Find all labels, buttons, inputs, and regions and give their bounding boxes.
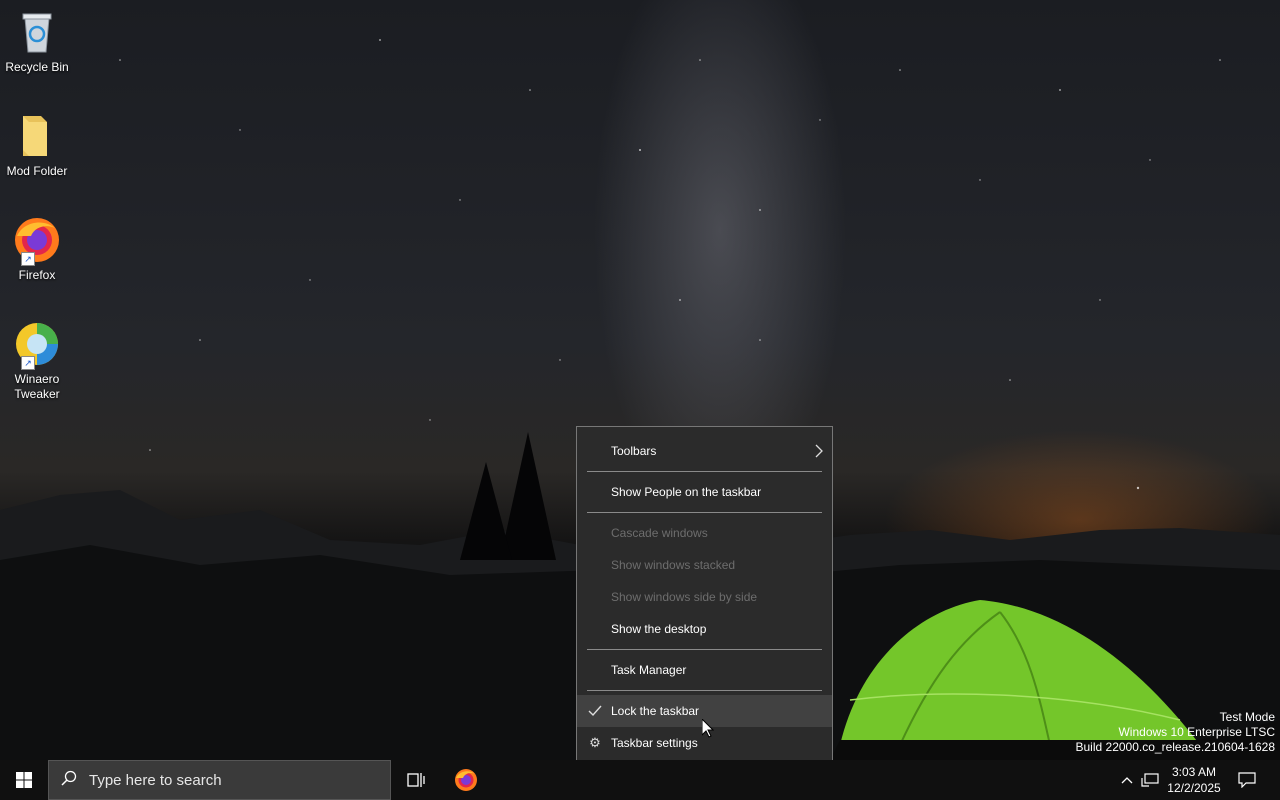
menu-item-label: Cascade windows [611,526,708,540]
desktop-icon-label: Winaero Tweaker [14,372,60,401]
task-view-icon [407,773,425,787]
desktop-icon-recycle-bin[interactable]: Recycle Bin [2,8,72,75]
winaero-tweaker-icon: ↗ [13,320,61,370]
search-icon [61,770,77,791]
shortcut-arrow-icon: ↗ [21,252,35,266]
menu-item-show-windows-stacked[interactable]: Show windows stacked [577,549,832,581]
menu-item-label: Show the desktop [611,622,707,636]
notification-icon [1238,772,1256,788]
clock-time: 3:03 AM [1171,765,1217,779]
start-button[interactable] [0,760,48,800]
desktop-icon-mod-folder[interactable]: Mod Folder [2,112,72,179]
action-center-button[interactable] [1232,760,1262,800]
shortcut-arrow-icon: ↗ [21,356,35,370]
menu-item-label: Lock the taskbar [611,704,700,718]
network-button[interactable] [1138,760,1162,800]
desktop-icon-firefox[interactable]: ↗ Firefox [2,216,72,283]
menu-item-label: Show windows stacked [611,558,736,572]
taskbar: 3:03 AM 12/2/2025 [0,760,1280,800]
test-mode-watermark: Test Mode Windows 10 Enterprise LTSC Bui… [1076,710,1276,755]
menu-item-toolbars[interactable]: Toolbars [577,435,832,467]
chevron-up-icon [1121,777,1133,784]
menu-item-label: Show People on the taskbar [611,485,762,499]
menu-item-show-desktop[interactable]: Show the desktop [577,613,832,645]
menu-item-show-people[interactable]: Show People on the taskbar [577,476,832,508]
clock-date: 12/2/2025 [1167,781,1221,795]
watermark-line: Build 22000.co_release.210604-1628 [1075,740,1276,754]
desktop-icon-winaero-tweaker[interactable]: ↗ Winaero Tweaker [2,320,72,402]
taskbar-clock[interactable]: 3:03 AM 12/2/2025 [1160,760,1228,800]
menu-separator [587,512,822,513]
menu-item-label: Taskbar settings [611,736,698,750]
mouse-cursor-icon [701,717,715,743]
menu-item-show-windows-side-by-side[interactable]: Show windows side by side [577,581,832,613]
chevron-right-icon [814,435,824,479]
menu-separator [587,690,822,691]
gear-icon: ⚙ [589,735,601,750]
desktop-icon-label: Firefox [18,268,56,282]
task-view-button[interactable] [392,760,440,800]
watermark-line: Test Mode [1219,710,1275,724]
recycle-bin-icon [13,8,61,56]
taskbar-context-menu: Toolbars Show People on the taskbar Casc… [576,426,833,766]
firefox-icon: ↗ [13,216,61,266]
menu-item-label: Toolbars [611,444,657,458]
watermark-line: Windows 10 Enterprise LTSC [1118,725,1275,739]
menu-item-label: Show windows side by side [611,590,758,604]
firefox-icon [455,769,477,791]
menu-item-task-manager[interactable]: Task Manager [577,654,832,686]
menu-separator [587,471,822,472]
show-hidden-icons-button[interactable] [1116,760,1138,800]
folder-icon [13,112,61,160]
menu-item-cascade-windows[interactable]: Cascade windows [577,517,832,549]
desktop-icon-label: Recycle Bin [5,60,69,74]
taskbar-firefox-button[interactable] [442,760,490,800]
menu-separator [587,649,822,650]
windows-logo-icon [16,772,32,788]
desktop-icon-label: Mod Folder [6,164,68,178]
search-input[interactable] [87,770,371,790]
menu-item-label: Task Manager [611,663,687,677]
network-icon [1141,773,1159,787]
taskbar-search-box[interactable] [48,760,391,800]
